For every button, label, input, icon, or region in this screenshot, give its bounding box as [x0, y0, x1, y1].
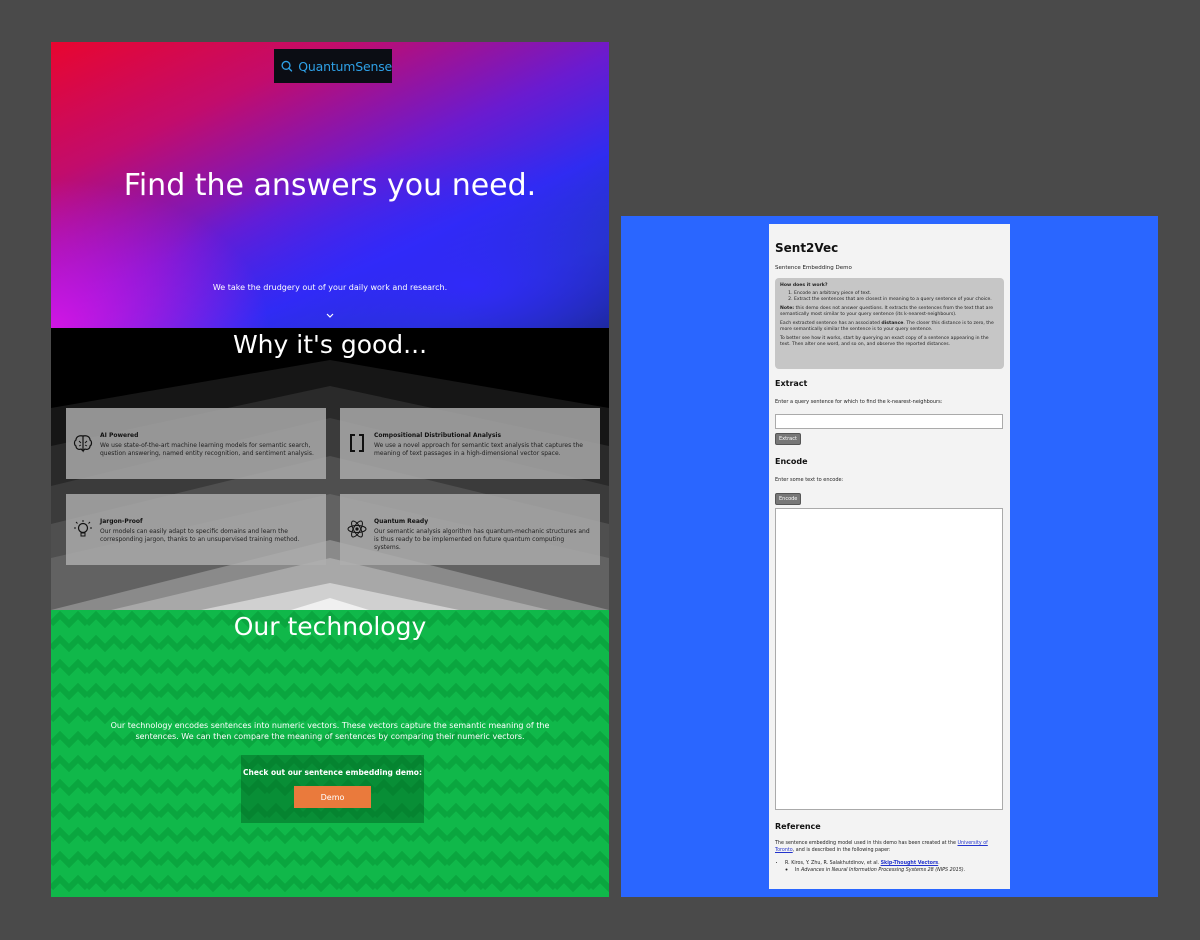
reference-authors: R. Kiros, Y. Zhu, R. Salakhutdinov, et a…: [785, 861, 881, 866]
feature-card-ai-powered: AI Powered We use state-of-the-art machi…: [66, 408, 326, 479]
feature-description: We use state-of-the-art machine learning…: [100, 442, 314, 457]
brain-icon: [73, 435, 93, 453]
extract-button[interactable]: Extract: [775, 433, 801, 445]
feature-description: Our models can easily adapt to specific …: [100, 528, 300, 543]
how-it-works-steps: Encode an arbitrary piece of text. Extra…: [780, 291, 999, 303]
demo-button[interactable]: Demo: [294, 786, 371, 808]
reference-text-pre: The sentence embedding model used in thi…: [775, 841, 958, 846]
feature-title: Jargon-Proof: [100, 518, 143, 525]
feature-card-quantum-ready: Quantum Ready Our semantic analysis algo…: [340, 494, 600, 565]
feature-card-jargon-proof: Jargon-Proof Our models can easily adapt…: [66, 494, 326, 565]
note-paragraph: Note: this demo does not answer question…: [780, 306, 999, 318]
feature-title: AI Powered: [100, 432, 139, 439]
technology-description: Our technology encodes sentences into nu…: [110, 721, 550, 741]
reference-period: .: [938, 861, 940, 866]
reference-text: The sentence embedding model used in thi…: [775, 841, 1000, 854]
reference-text-post: , and is described in the following pape…: [792, 847, 891, 853]
distance-paragraph: Each extracted sentence has an associate…: [780, 321, 999, 333]
how-it-works-title: How does it work?: [780, 283, 828, 288]
distance-text-pre: Each extracted sentence has an associate…: [780, 321, 882, 326]
sent2vec-card: Sent2Vec Sentence Embedding Demo How doe…: [769, 224, 1010, 889]
brackets-icon: [350, 434, 364, 452]
encode-label: Enter some text to encode:: [775, 477, 844, 483]
extract-label: Enter a query sentence for which to find…: [775, 399, 943, 405]
hero-section: QuantumSense Find the answers you need. …: [51, 42, 609, 328]
logo-text: QuantumSense: [298, 58, 392, 74]
note-text: this demo does not answer questions. It …: [780, 306, 994, 317]
encode-text-area[interactable]: [775, 508, 1003, 810]
feature-title: Compositional Distributional Analysis: [374, 432, 502, 439]
feature-title: Quantum Ready: [374, 518, 429, 525]
feature-description: Our semantic analysis algorithm has quan…: [374, 528, 590, 551]
chevron-down-icon[interactable]: [324, 310, 336, 322]
extract-heading: Extract: [775, 379, 808, 388]
demo-callout: Check out our sentence embedding demo: D…: [241, 755, 424, 823]
landing-page: QuantumSense Find the answers you need. …: [51, 42, 609, 897]
demo-callout-title: Check out our sentence embedding demo:: [243, 768, 422, 777]
feature-description: We use a novel approach for semantic tex…: [374, 442, 583, 457]
encode-button[interactable]: Encode: [775, 493, 802, 505]
reference-list: R. Kiros, Y. Zhu, R. Salakhutdinov, et a…: [775, 861, 1000, 874]
paper-link[interactable]: Skip-Thought Vectors: [881, 861, 939, 866]
atom-icon: [347, 520, 367, 538]
query-sentence-input[interactable]: [775, 414, 1003, 429]
page-title: Sent2Vec: [775, 241, 839, 255]
reference-venue: In Advances in Neural Information Proces…: [795, 868, 1000, 875]
technology-title: Our technology: [233, 612, 427, 641]
note-label: Note:: [780, 306, 795, 311]
step-item: Extract the sentences that are closest i…: [794, 297, 999, 303]
magnifier-logo-icon: [281, 60, 293, 72]
reference-item: R. Kiros, Y. Zhu, R. Salakhutdinov, et a…: [785, 861, 1000, 874]
why-section: Why it's good... AI Powered We use state…: [51, 328, 609, 610]
venue-name: Advances in Neural Information Processin…: [800, 867, 964, 873]
logo[interactable]: QuantumSense: [274, 49, 392, 83]
why-title: Why it's good...: [232, 330, 428, 359]
how-it-works-box: How does it work? Encode an arbitrary pi…: [775, 278, 1004, 369]
technology-section: Our technology Our technology encodes se…: [51, 610, 609, 897]
sent2vec-page: Sent2Vec Sentence Embedding Demo How doe…: [621, 216, 1158, 897]
distance-word: distance: [881, 321, 904, 326]
reference-heading: Reference: [775, 822, 821, 831]
hero-subtitle: We take the drudgery out of your daily w…: [212, 283, 448, 292]
hero-title: Find the answers you need.: [123, 168, 537, 203]
page-subtitle: Sentence Embedding Demo: [775, 265, 852, 271]
lightbulb-icon: [74, 520, 92, 537]
venue-period: .: [963, 867, 966, 873]
encode-heading: Encode: [775, 457, 808, 466]
feature-card-compositional: Compositional Distributional Analysis We…: [340, 408, 600, 479]
tip-paragraph: To better see how it works, start by que…: [780, 336, 989, 347]
